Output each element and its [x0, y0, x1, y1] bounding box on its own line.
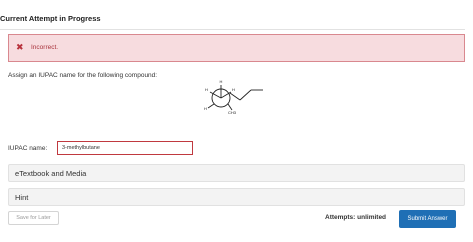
iupac-name-input[interactable] [57, 141, 193, 155]
compound-structure: H H H H CH3 [204, 79, 263, 115]
label-h-left: H [205, 87, 208, 92]
header-divider [0, 29, 465, 30]
label-h-top: H [220, 79, 223, 84]
alert-message: Incorrect. [31, 44, 59, 51]
label-h-right: H [232, 87, 235, 92]
label-h-bottom-left: H [204, 106, 207, 111]
close-icon: ✖ [16, 42, 24, 52]
save-for-later-button[interactable]: Save for Later [8, 211, 59, 225]
hint-panel[interactable]: Hint [8, 188, 465, 206]
question-prompt: Assign an IUPAC name for the following c… [8, 72, 158, 79]
etextbook-panel[interactable]: eTextbook and Media [8, 164, 465, 182]
page-title: Current Attempt in Progress [0, 14, 101, 23]
etextbook-label: eTextbook and Media [15, 169, 87, 178]
incorrect-alert: ✖ Incorrect. [8, 34, 465, 62]
submit-answer-button[interactable]: Submit Answer [399, 210, 456, 228]
iupac-label: IUPAC name: [8, 145, 48, 152]
label-ch3: CH3 [228, 110, 237, 115]
hint-label: Hint [15, 193, 29, 202]
attempts-status: Attempts: unlimited [325, 214, 387, 221]
